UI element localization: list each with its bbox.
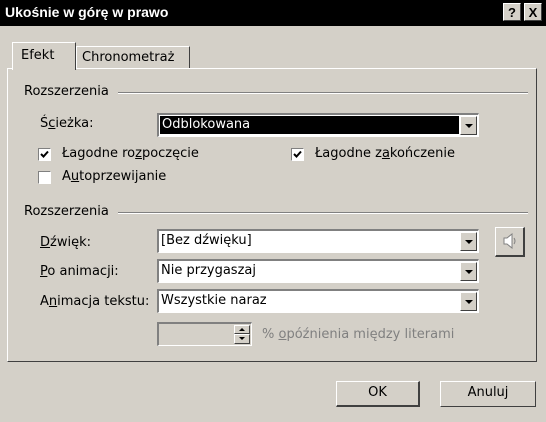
sound-preview-button[interactable] — [495, 227, 525, 257]
sound-select[interactable]: [Bez dźwięku] — [157, 229, 479, 253]
after-animation-value: Nie przygaszaj — [161, 263, 256, 278]
after-animation-label: Po animacji: — [40, 264, 119, 279]
chevron-up-icon — [239, 328, 245, 331]
sound-value: [Bez dźwięku] — [161, 233, 252, 248]
smooth-end-label: Łagodne zakończenie — [315, 146, 455, 161]
ok-button[interactable]: OK — [336, 381, 420, 407]
smooth-start-label: Łagodne rozpoczęcie — [62, 146, 199, 161]
close-button[interactable]: X — [524, 3, 542, 21]
animate-text-select[interactable]: Wszystkie naraz — [157, 289, 479, 313]
animate-text-value: Wszystkie naraz — [161, 293, 267, 308]
group2-title: Rozszerzenia — [24, 204, 109, 219]
cancel-button[interactable]: Anuluj — [440, 381, 536, 407]
delay-increment-button[interactable] — [234, 325, 250, 334]
sound-label: Dźwięk: — [40, 235, 91, 250]
animate-text-dropdown-arrow[interactable] — [460, 292, 477, 311]
group2-divider — [118, 212, 528, 214]
tab-efekt[interactable]: Efekt — [12, 42, 76, 70]
path-select[interactable]: Odblokowana — [157, 113, 479, 137]
smooth-end-checkbox[interactable] — [291, 148, 304, 161]
speaker-icon — [503, 233, 516, 249]
group1-title: Rozszerzenia — [24, 84, 109, 99]
group1-divider — [118, 92, 528, 94]
title-bar: Ukośnie w górę w prawo ? X — [0, 0, 546, 26]
after-animation-select[interactable]: Nie przygaszaj — [157, 259, 479, 283]
delay-label: % opóźnienia między literami — [262, 327, 455, 342]
window-title: Ukośnie w górę w prawo — [5, 4, 169, 20]
chevron-down-icon — [465, 240, 473, 244]
path-value: Odblokowana — [160, 116, 459, 134]
auto-reverse-label: Autoprzewijanie — [62, 169, 167, 184]
delay-input[interactable] — [157, 322, 252, 346]
tab-chronometraz[interactable]: Chronometraż — [76, 46, 190, 68]
chevron-down-icon — [465, 124, 473, 128]
delay-decrement-button[interactable] — [234, 334, 250, 344]
checkmark-icon — [40, 150, 49, 158]
chevron-down-icon — [465, 270, 473, 274]
chevron-down-icon — [465, 300, 473, 304]
chevron-down-icon — [239, 337, 245, 340]
help-button[interactable]: ? — [503, 3, 521, 21]
after-animation-dropdown-arrow[interactable] — [460, 262, 477, 281]
animate-text-label: Animacja tekstu: — [40, 294, 150, 309]
smooth-start-checkbox[interactable] — [38, 148, 51, 161]
auto-reverse-checkbox[interactable] — [38, 171, 51, 184]
path-label: Ścieżka: — [40, 116, 94, 131]
checkmark-icon — [293, 150, 302, 158]
sound-dropdown-arrow[interactable] — [460, 232, 477, 251]
path-dropdown-arrow[interactable] — [460, 116, 477, 135]
